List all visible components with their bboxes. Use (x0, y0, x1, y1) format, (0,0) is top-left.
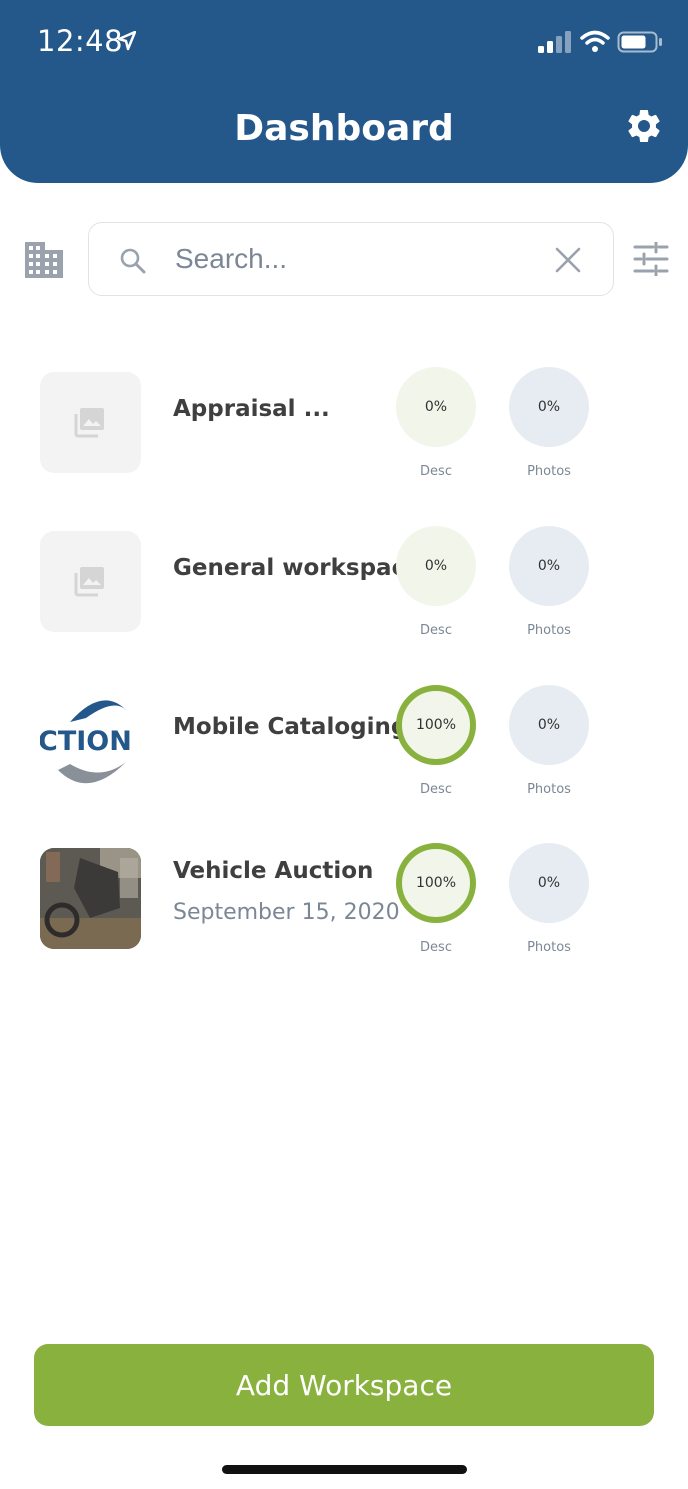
image-placeholder-icon (74, 567, 104, 597)
photos-progress: 0% (509, 843, 589, 923)
desc-progress: 100% (396, 685, 476, 765)
home-indicator[interactable] (222, 1465, 467, 1474)
location-arrow-icon (118, 31, 136, 51)
photos-progress: 0% (509, 367, 589, 447)
workspace-row[interactable]: Appraisal ... 0% 0% Desc Photos (0, 367, 688, 492)
workspace-thumbnail (40, 372, 141, 473)
workspace-row[interactable]: Vehicle Auction September 15, 2020 100% … (0, 843, 688, 968)
page-title: Dashboard (234, 108, 454, 149)
desc-progress: 0% (396, 526, 476, 606)
status-time: 12:48 (37, 24, 124, 58)
auction-logo-icon: CTION (40, 700, 132, 784)
photos-label: Photos (527, 940, 571, 955)
header-bar: 12:48 Dashboard (0, 0, 688, 183)
cellular-signal-icon (538, 31, 571, 53)
workspace-logo: CTION (40, 690, 141, 791)
building-icon[interactable] (25, 242, 63, 278)
desc-label: Desc (420, 623, 452, 638)
desc-label: Desc (420, 464, 452, 479)
wifi-icon (580, 30, 610, 52)
photos-progress: 0% (509, 526, 589, 606)
workspace-name: Vehicle Auction (173, 858, 374, 884)
desc-label: Desc (420, 782, 452, 797)
close-icon[interactable] (555, 247, 581, 273)
vehicle-photo (40, 848, 141, 949)
workspace-date: September 15, 2020 (173, 900, 400, 925)
desc-progress: 100% (396, 843, 476, 923)
search-icon (120, 248, 146, 274)
workspace-name: General workspace (173, 555, 421, 581)
workspace-thumbnail (40, 531, 141, 632)
search-input[interactable] (175, 237, 535, 281)
image-placeholder-icon (74, 408, 104, 438)
workspace-row[interactable]: CTION Mobile Cataloging ... 100% 0% Desc… (0, 685, 688, 810)
photos-label: Photos (527, 464, 571, 479)
workspace-row[interactable]: General workspace 0% 0% Desc Photos (0, 526, 688, 651)
workspace-name: Appraisal ... (173, 396, 330, 422)
search-box (88, 222, 614, 296)
photos-progress: 0% (509, 685, 589, 765)
battery-icon (617, 31, 662, 53)
photos-label: Photos (527, 623, 571, 638)
desc-label: Desc (420, 940, 452, 955)
filter-sliders-icon[interactable] (633, 242, 669, 276)
workspace-photo (40, 848, 141, 949)
desc-progress: 0% (396, 367, 476, 447)
gear-icon[interactable] (624, 106, 664, 146)
add-workspace-button[interactable]: Add Workspace (34, 1344, 654, 1426)
photos-label: Photos (527, 782, 571, 797)
logo-text: CTION (40, 726, 132, 757)
